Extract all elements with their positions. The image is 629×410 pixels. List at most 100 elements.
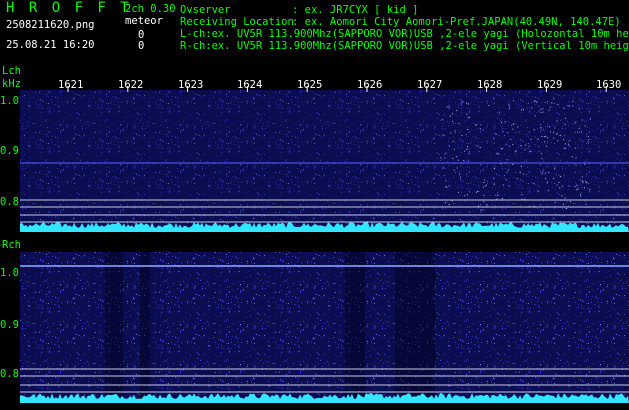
echo-dot <box>497 194 499 196</box>
echo-dot <box>541 136 543 138</box>
time-tick: 1627 <box>417 79 443 91</box>
echo-dot <box>584 125 586 127</box>
echo-dot <box>483 201 485 203</box>
echo-dot <box>543 136 545 138</box>
echo-dot <box>558 181 560 183</box>
quiet-band <box>395 252 435 402</box>
echo-dot <box>549 131 551 133</box>
echo-dot <box>467 103 469 105</box>
echo-dot <box>442 134 444 136</box>
echo-dot <box>525 144 527 146</box>
echo-dot <box>508 103 510 105</box>
echo-dot <box>563 139 565 141</box>
echo-dot <box>483 194 485 196</box>
echo-dot <box>453 148 455 150</box>
echo-dot <box>466 148 468 150</box>
echo-dot <box>456 167 458 169</box>
echo-dot <box>534 100 536 102</box>
echo-dot <box>531 107 533 109</box>
echo-dot <box>500 121 502 123</box>
echo-dot <box>556 132 558 134</box>
echo-dot <box>495 133 497 135</box>
echo-dot <box>542 171 544 173</box>
echo-dot <box>581 176 583 178</box>
echo-dot <box>440 157 442 159</box>
echo-dot <box>560 134 562 136</box>
echo-dot <box>528 205 530 207</box>
echo-dot <box>512 128 514 130</box>
echo-dot <box>545 178 547 180</box>
app-title: H R O F F T <box>6 0 132 16</box>
echo-dot <box>587 141 589 143</box>
echo-dot <box>507 132 509 134</box>
echo-dot <box>505 143 507 145</box>
echo-dot <box>448 203 450 205</box>
echo-dot <box>460 103 462 105</box>
echo-dot <box>459 176 461 178</box>
echo-dot <box>477 205 479 207</box>
echo-dot <box>544 101 546 103</box>
lch-label: Lch <box>2 65 21 77</box>
echo-dot <box>575 121 577 123</box>
echo-dot <box>495 194 497 196</box>
echo-dot <box>466 113 468 115</box>
echo-dot <box>512 100 514 102</box>
echo-dot <box>512 143 514 145</box>
echo-dot <box>461 162 463 164</box>
echo-dot <box>563 107 565 109</box>
echo-dot <box>468 117 470 119</box>
echo-dot <box>467 116 469 118</box>
echo-dot <box>575 157 577 159</box>
echo-dot <box>557 140 559 142</box>
right-count: 0 <box>138 40 145 52</box>
echo-dot <box>589 118 591 120</box>
echo-dot <box>585 203 587 205</box>
echo-dot <box>504 162 506 164</box>
quiet-band <box>105 252 123 402</box>
echo-dot <box>501 197 503 199</box>
echo-dot <box>585 180 587 182</box>
time-tick: 1622 <box>118 79 144 91</box>
time-tick: 1626 <box>357 79 383 91</box>
echo-dot <box>506 171 508 173</box>
echo-dot <box>458 122 460 124</box>
echo-dot <box>454 130 456 132</box>
echo-dot <box>520 145 522 147</box>
echo-dot <box>452 158 454 160</box>
echo-dot <box>451 200 453 202</box>
echo-dot <box>442 119 444 121</box>
echo-dot <box>444 157 446 159</box>
echo-dot <box>504 121 506 123</box>
location-label: Receiving Location <box>180 16 294 28</box>
echo-dot <box>456 110 458 112</box>
echo-dot <box>554 168 556 170</box>
echo-dot <box>488 104 490 106</box>
echo-dot <box>508 169 510 171</box>
echo-dot <box>446 186 448 188</box>
echo-dot <box>502 131 504 133</box>
echo-dot <box>515 150 517 152</box>
lch-freq-tick: 0.9 <box>0 145 19 157</box>
echo-dot <box>501 148 503 150</box>
echo-dot <box>467 128 469 130</box>
echo-dot <box>574 185 576 187</box>
echo-dot <box>570 201 572 203</box>
echo-dot <box>564 123 566 125</box>
echo-dot <box>500 163 502 165</box>
echo-dot <box>547 189 549 191</box>
echo-dot <box>546 182 548 184</box>
echo-dot <box>493 183 495 185</box>
echo-dot <box>586 182 588 184</box>
echo-dot <box>577 188 579 190</box>
echo-dot <box>561 195 563 197</box>
time-tick: 1628 <box>477 79 503 91</box>
echo-dot <box>567 105 569 107</box>
echo-dot <box>533 183 535 185</box>
echo-dot <box>452 140 454 142</box>
echo-dot <box>521 198 523 200</box>
echo-dot <box>450 132 452 134</box>
echo-dot <box>563 147 565 149</box>
echo-dot <box>557 104 559 106</box>
time-tick: 1623 <box>178 79 204 91</box>
time-tick: 1629 <box>537 79 563 91</box>
